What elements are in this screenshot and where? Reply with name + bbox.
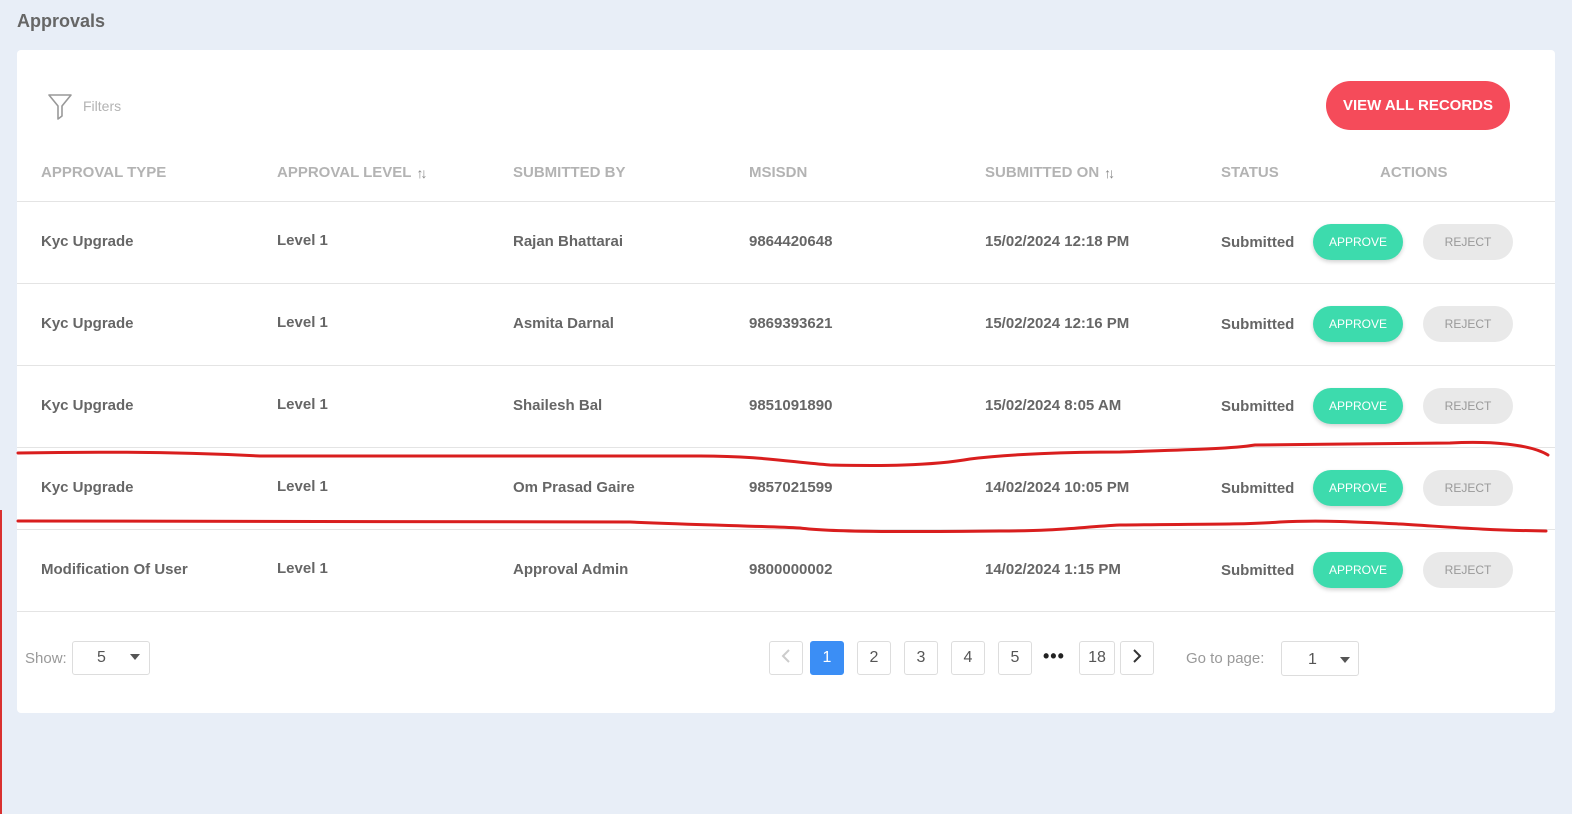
table-header: APPROVAL TYPE APPROVAL LEVEL ↑↓ SUBMITTE… [17, 155, 1555, 202]
approval-level-cell: Level 1 [277, 232, 328, 249]
approval-type-cell: Modification Of User [41, 561, 188, 578]
page-button-2[interactable]: 2 [857, 641, 891, 675]
status-cell: Submitted [1221, 316, 1295, 333]
submitted-by-cell: Asmita Darnal [513, 315, 614, 332]
filters-button[interactable]: Filters [47, 92, 121, 120]
table-row: Kyc Upgrade Level 1 Asmita Darnal 986939… [17, 284, 1555, 366]
chevron-left-icon [781, 648, 791, 669]
sort-icon[interactable]: ↑↓ [1104, 165, 1115, 181]
msisdn-cell: 9857021599 [749, 479, 833, 496]
approve-button[interactable]: APPROVE [1313, 306, 1403, 342]
reject-button[interactable]: REJECT [1423, 306, 1513, 342]
goto-page-select[interactable]: 1 [1281, 641, 1359, 676]
approval-level-cell: Level 1 [277, 396, 328, 413]
chevron-right-icon [1132, 648, 1142, 669]
page-size-select[interactable]: 5 [72, 641, 150, 675]
msisdn-cell: 9851091890 [749, 397, 833, 414]
submitted-by-cell: Om Prasad Gaire [513, 479, 635, 496]
status-cell: Submitted [1221, 398, 1295, 415]
approve-button[interactable]: APPROVE [1313, 470, 1403, 506]
window-edge-line [0, 510, 2, 814]
status-cell: Submitted [1221, 480, 1295, 497]
page-button-4[interactable]: 4 [951, 641, 985, 675]
approve-button[interactable]: APPROVE [1313, 552, 1403, 588]
page-button-5[interactable]: 5 [998, 641, 1032, 675]
approve-button[interactable]: APPROVE [1313, 388, 1403, 424]
approval-level-cell: Level 1 [277, 478, 328, 495]
chevron-down-icon [130, 654, 140, 660]
page-title: Approvals [17, 11, 106, 31]
column-approval-type: APPROVAL TYPE [41, 164, 167, 181]
reject-button[interactable]: REJECT [1423, 224, 1513, 260]
column-msisdn: MSISDN [749, 164, 808, 181]
status-cell: Submitted [1221, 234, 1295, 251]
submitted-by-cell: Shailesh Bal [513, 397, 603, 414]
reject-button[interactable]: REJECT [1423, 470, 1513, 506]
submitted-on-cell: 15/02/2024 12:16 PM [985, 315, 1130, 332]
reject-button[interactable]: REJECT [1423, 388, 1513, 424]
approval-type-cell: Kyc Upgrade [41, 315, 134, 332]
goto-page-label: Go to page: [1186, 650, 1265, 667]
approval-level-cell: Level 1 [277, 560, 328, 577]
next-page-button[interactable] [1120, 641, 1154, 675]
submitted-on-cell: 15/02/2024 8:05 AM [985, 397, 1122, 414]
chevron-down-icon [1340, 657, 1350, 663]
msisdn-cell: 9800000002 [749, 561, 833, 578]
submitted-on-cell: 15/02/2024 12:18 PM [985, 233, 1130, 250]
show-label: Show: [25, 650, 67, 667]
approvals-card: Filters VIEW ALL RECORDS APPROVAL TYPE A… [17, 50, 1555, 713]
table-row: Kyc Upgrade Level 1 Om Prasad Gaire 9857… [17, 448, 1555, 530]
page-button-1[interactable]: 1 [810, 641, 844, 675]
approve-button[interactable]: APPROVE [1313, 224, 1403, 260]
reject-button[interactable]: REJECT [1423, 552, 1513, 588]
page-button-last[interactable]: 18 [1079, 641, 1115, 675]
msisdn-cell: 9864420648 [749, 233, 833, 250]
prev-page-button[interactable] [769, 641, 803, 675]
approval-level-cell: Level 1 [277, 314, 328, 331]
submitted-on-cell: 14/02/2024 10:05 PM [985, 479, 1130, 496]
column-approval-level[interactable]: APPROVAL LEVEL ↑↓ [277, 164, 427, 181]
submitted-by-cell: Approval Admin [513, 561, 629, 578]
view-all-records-button[interactable]: VIEW ALL RECORDS [1326, 81, 1510, 130]
status-cell: Submitted [1221, 562, 1295, 579]
column-actions: ACTIONS [1380, 164, 1448, 181]
page-button-3[interactable]: 3 [904, 641, 938, 675]
table-row: Kyc Upgrade Level 1 Shailesh Bal 9851091… [17, 366, 1555, 448]
filters-label: Filters [83, 98, 122, 114]
sort-icon[interactable]: ↑↓ [416, 165, 427, 181]
table-row: Modification Of User Level 1 Approval Ad… [17, 530, 1555, 612]
submitted-by-cell: Rajan Bhattarai [513, 233, 624, 250]
table-row: Kyc Upgrade Level 1 Rajan Bhattarai 9864… [17, 202, 1555, 284]
column-status: STATUS [1221, 164, 1279, 181]
msisdn-cell: 9869393621 [749, 315, 833, 332]
submitted-on-cell: 14/02/2024 1:15 PM [985, 561, 1121, 578]
pagination-ellipsis[interactable]: ••• [1043, 646, 1065, 667]
approval-type-cell: Kyc Upgrade [41, 479, 134, 496]
approval-type-cell: Kyc Upgrade [41, 233, 134, 250]
filter-icon [47, 92, 73, 120]
column-submitted-on[interactable]: SUBMITTED ON ↑↓ [985, 164, 1115, 181]
approval-type-cell: Kyc Upgrade [41, 397, 134, 414]
column-submitted-by: SUBMITTED BY [513, 164, 626, 181]
